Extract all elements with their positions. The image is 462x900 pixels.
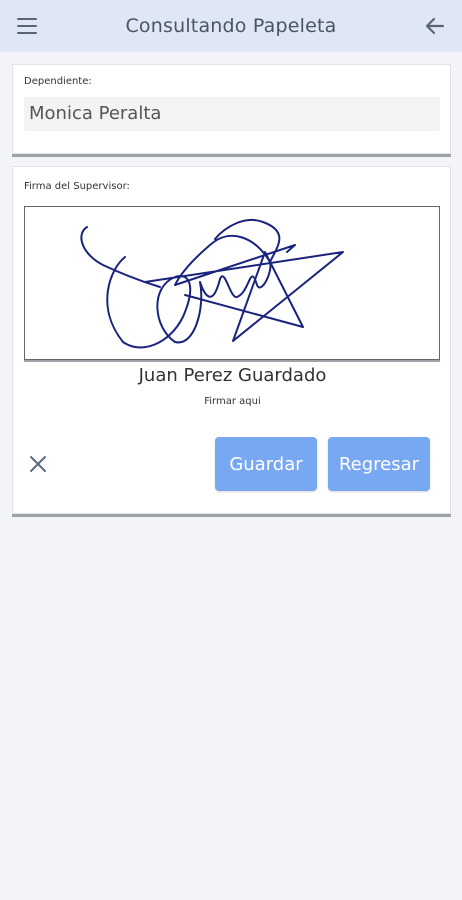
employee-field[interactable]: Monica Peralta [24, 97, 440, 131]
page-title: Consultando Papeleta [125, 15, 337, 37]
signature-label: Firma del Supervisor: [24, 181, 130, 192]
save-button[interactable]: Guardar [215, 437, 317, 491]
employee-label: Dependiente: [24, 76, 92, 87]
return-button[interactable]: Regresar [328, 437, 430, 491]
back-arrow-icon[interactable] [422, 13, 448, 39]
signature-card: Firma del Supervisor: Juan Perez Guardad… [12, 166, 451, 514]
signer-name: Juan Perez Guardado [138, 365, 327, 386]
signature-drawing [80, 219, 344, 349]
menu-icon[interactable] [16, 15, 40, 37]
signature-pad[interactable] [24, 206, 440, 360]
close-icon[interactable] [27, 453, 49, 475]
employee-card: Dependiente: Monica Peralta [12, 64, 451, 154]
app-bar: Consultando Papeleta [0, 0, 462, 52]
sign-instruction: Firmar aqui [204, 396, 261, 407]
